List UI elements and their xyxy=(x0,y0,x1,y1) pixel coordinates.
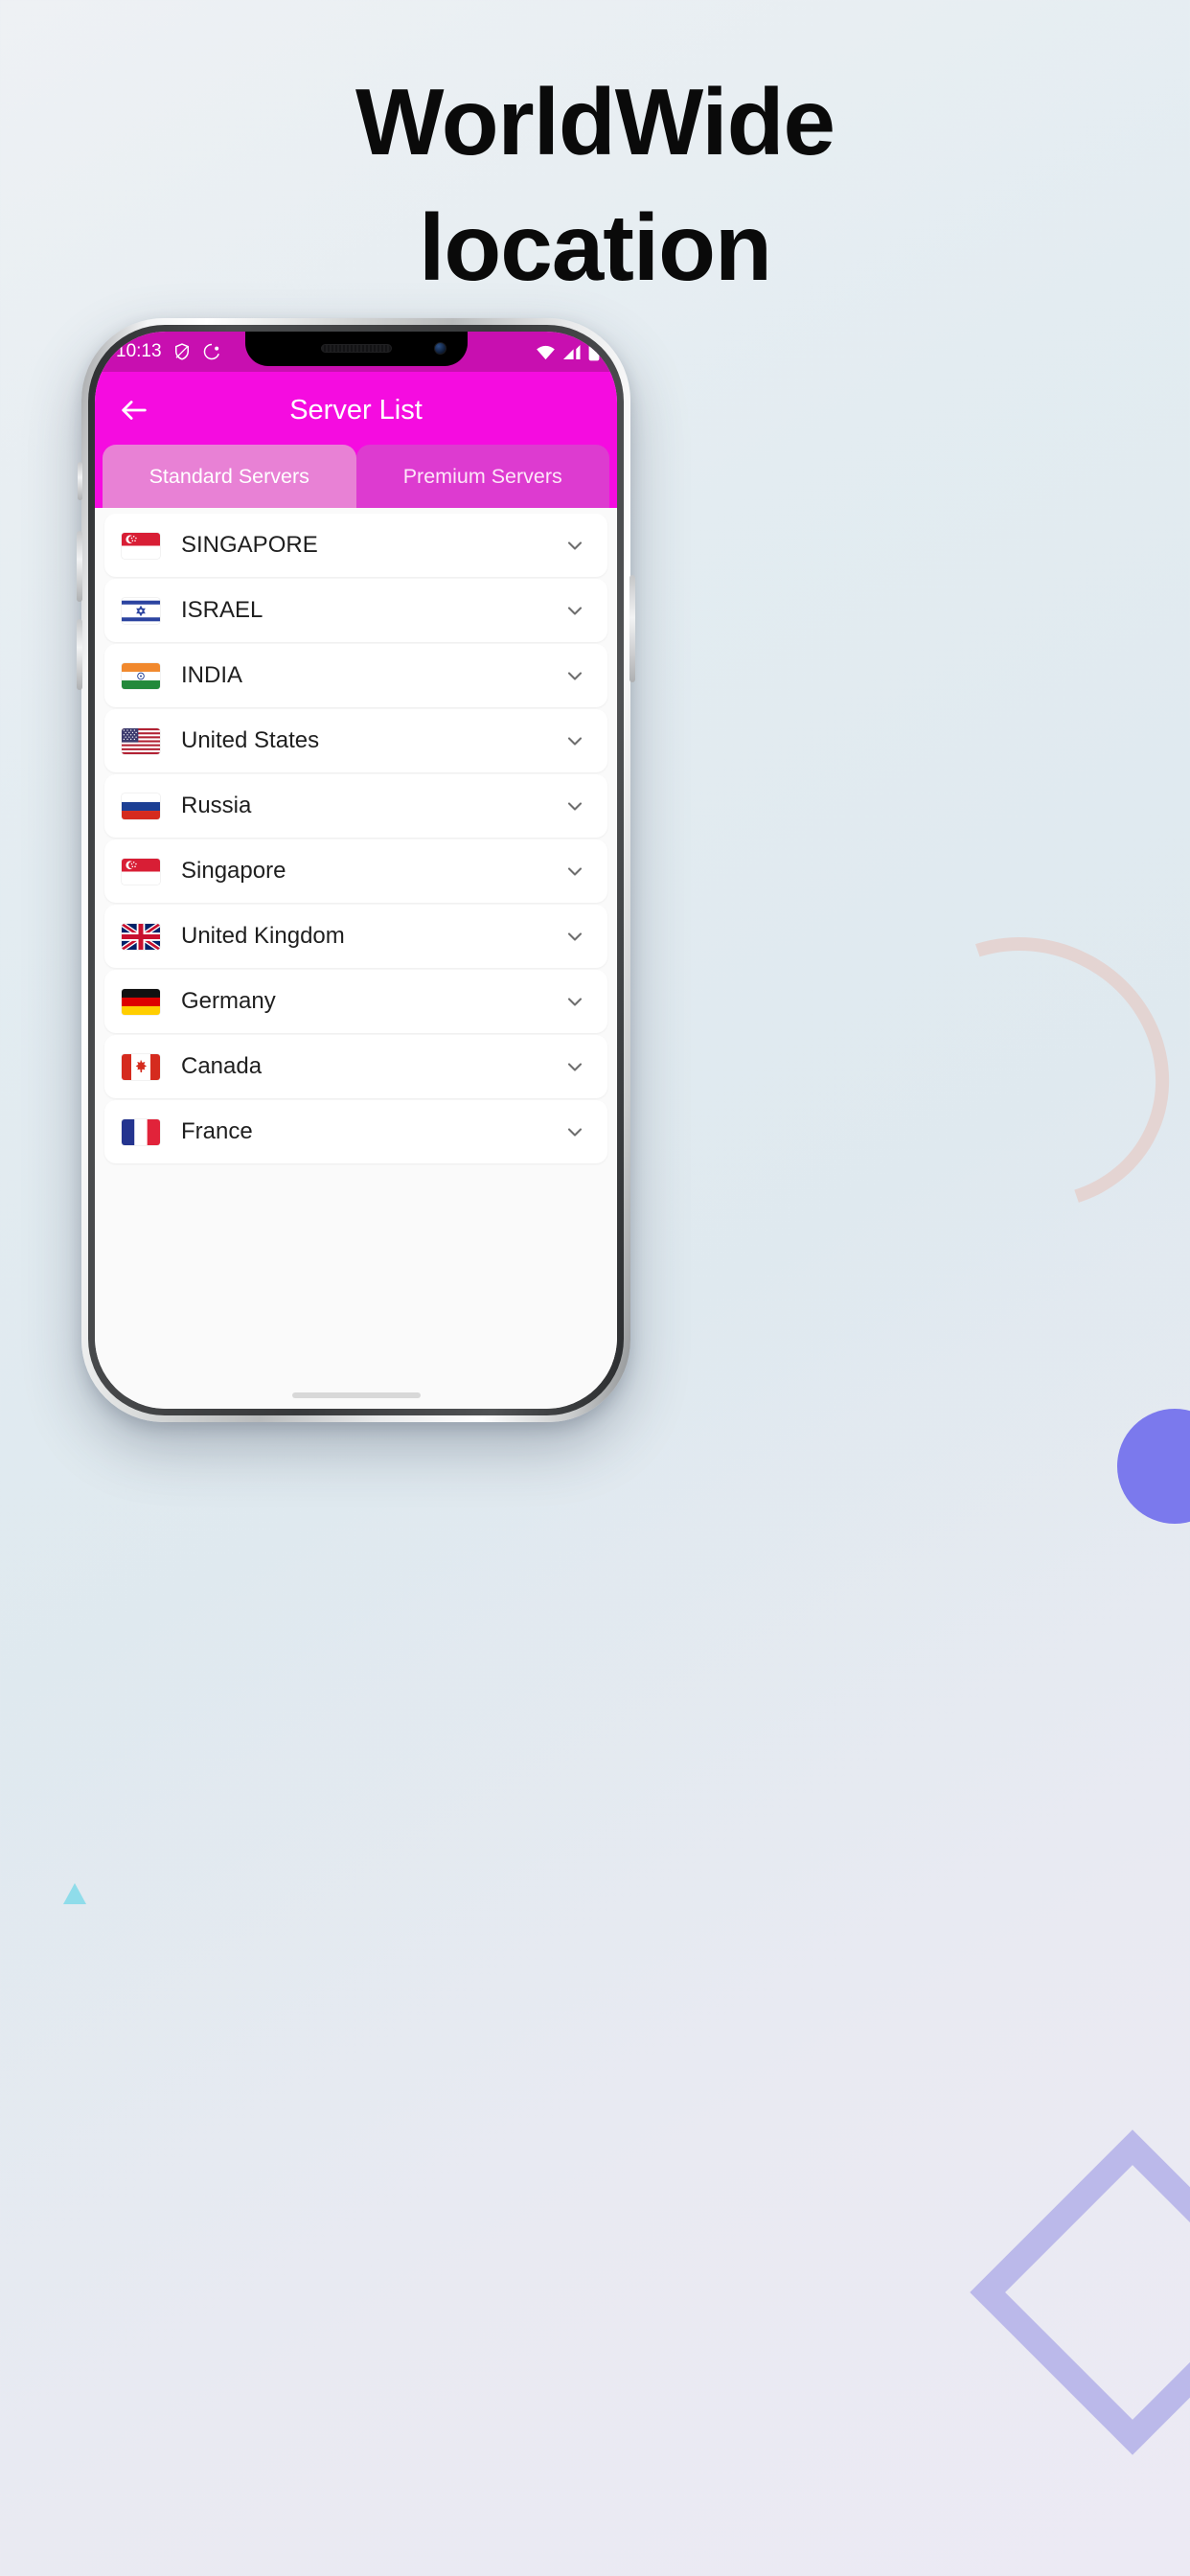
server-type-tabs: Standard Servers Premium Servers xyxy=(95,445,617,508)
server-list-item[interactable]: France xyxy=(104,1100,607,1163)
tab-premium-servers[interactable]: Premium Servers xyxy=(355,445,609,508)
phone-notch xyxy=(244,332,468,366)
status-bar-left: 10:13 xyxy=(116,341,221,362)
front-camera-icon xyxy=(433,342,446,355)
decorative-arc xyxy=(838,889,1190,1257)
chevron-down-icon[interactable] xyxy=(563,664,586,687)
united-kingdom-flag-icon xyxy=(122,923,160,950)
phone-volume-down-button[interactable] xyxy=(77,619,82,690)
chevron-down-icon[interactable] xyxy=(563,729,586,752)
server-country-name: United States xyxy=(181,727,320,753)
phone-volume-up-button[interactable] xyxy=(77,531,82,602)
status-bar-clock: 10:13 xyxy=(116,341,162,361)
wifi-icon xyxy=(537,345,555,359)
chevron-down-icon[interactable] xyxy=(563,534,586,557)
israel-flag-icon xyxy=(122,597,160,624)
tab-standard-servers[interactable]: Standard Servers xyxy=(103,445,356,508)
server-list-item[interactable]: Singapore xyxy=(104,840,607,903)
server-list-item[interactable]: ISRAEL xyxy=(104,579,607,642)
chevron-down-icon[interactable] xyxy=(563,1120,586,1143)
earpiece-speaker xyxy=(320,344,392,353)
phone-power-button[interactable] xyxy=(629,575,635,682)
app-bar-title: Server List xyxy=(289,394,423,426)
server-country-name: United Kingdom xyxy=(181,923,345,949)
chevron-down-icon[interactable] xyxy=(563,925,586,948)
singapore-flag-icon xyxy=(122,858,160,885)
decorative-circle xyxy=(1117,1409,1190,1524)
server-list-item[interactable]: SINGAPORE xyxy=(104,514,607,577)
russia-flag-icon xyxy=(122,793,160,819)
vpn-app: 10:13 Server List Standard Servers Premi… xyxy=(95,332,617,1409)
server-list-item[interactable]: Germany xyxy=(104,970,607,1033)
decorative-triangle xyxy=(63,1883,86,1904)
server-country-name: France xyxy=(181,1118,253,1144)
india-flag-icon xyxy=(122,662,160,689)
chevron-down-icon[interactable] xyxy=(563,1055,586,1078)
chevron-down-icon[interactable] xyxy=(563,599,586,622)
cellular-signal-icon xyxy=(563,344,581,359)
chevron-down-icon[interactable] xyxy=(563,794,586,817)
server-country-name: SINGAPORE xyxy=(181,532,318,558)
france-flag-icon xyxy=(122,1118,160,1145)
shield-icon xyxy=(174,343,189,360)
server-country-name: INDIA xyxy=(181,662,243,688)
app-bar: Server List Standard Servers Premium Ser… xyxy=(95,372,617,508)
phone-mute-switch[interactable] xyxy=(78,462,82,500)
phone-mockup: 10:13 Server List Standard Servers Premi… xyxy=(77,318,635,1422)
decorative-diamond xyxy=(970,2129,1190,2455)
server-country-name: ISRAEL xyxy=(181,597,263,623)
server-list-item[interactable]: Canada xyxy=(104,1035,607,1098)
back-arrow-icon[interactable] xyxy=(118,394,150,426)
germany-flag-icon xyxy=(122,988,160,1015)
server-country-name: Germany xyxy=(181,988,276,1014)
canada-flag-icon xyxy=(122,1053,160,1080)
server-list-item[interactable]: United Kingdom xyxy=(104,905,607,968)
server-list-item[interactable]: Russia xyxy=(104,774,607,838)
vpn-key-icon xyxy=(203,343,219,360)
server-list[interactable]: SINGAPORE ISRAEL INDIA United States Russia S… xyxy=(95,508,617,1409)
page-title-line-1: WorldWide xyxy=(355,69,835,174)
united-states-flag-icon xyxy=(122,727,160,754)
battery-icon xyxy=(588,342,600,360)
chevron-down-icon[interactable] xyxy=(563,990,586,1013)
status-bar-right xyxy=(536,342,600,361)
server-country-name: Russia xyxy=(181,793,252,818)
chevron-down-icon[interactable] xyxy=(563,860,586,883)
page-title: WorldWide location xyxy=(0,59,1190,311)
server-country-name: Singapore xyxy=(181,858,286,884)
server-list-item[interactable]: INDIA xyxy=(104,644,607,707)
app-bar-row: Server List xyxy=(95,376,617,445)
server-country-name: Canada xyxy=(181,1053,263,1079)
server-list-item[interactable]: United States xyxy=(104,709,607,772)
phone-bezel: 10:13 Server List Standard Servers Premi… xyxy=(88,325,624,1415)
phone-screen: 10:13 Server List Standard Servers Premi… xyxy=(95,332,617,1409)
page-title-line-2: location xyxy=(419,195,772,301)
singapore-flag-icon xyxy=(122,532,160,559)
home-indicator xyxy=(291,1392,421,1398)
